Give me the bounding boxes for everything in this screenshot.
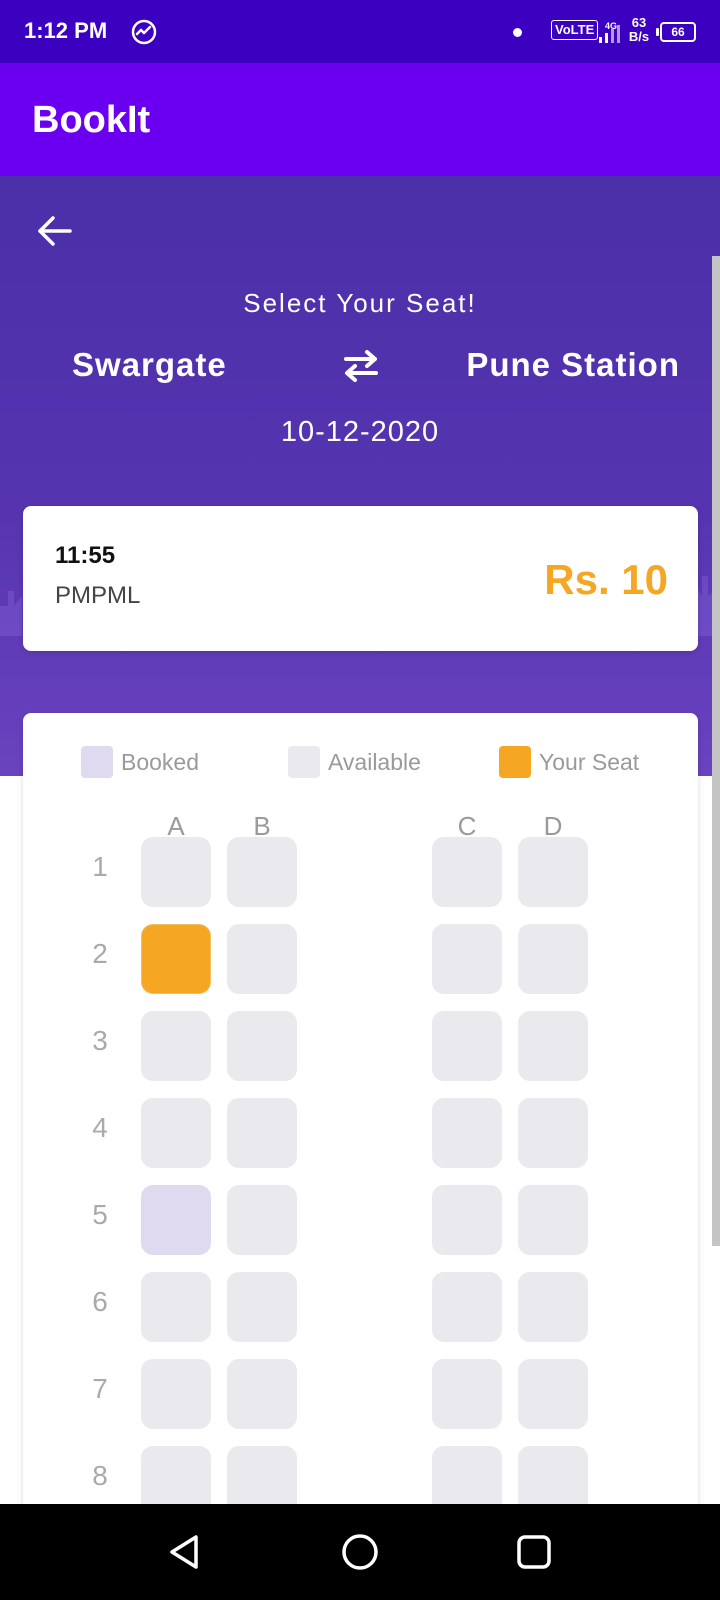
network-speed-unit: B/s	[628, 29, 650, 44]
legend-available-label: Available	[328, 748, 421, 775]
seat-6c[interactable]	[432, 1272, 502, 1342]
select-seat-heading: Select Your Seat!	[243, 288, 477, 318]
origin-station: Swargate	[72, 346, 227, 383]
seat-7c[interactable]	[432, 1359, 502, 1429]
trip-card[interactable]: 11:55 PMPML Rs. 10	[23, 506, 698, 651]
seat-4d[interactable]	[518, 1098, 588, 1168]
legend-available: Available	[288, 745, 421, 779]
legend-booked-label: Booked	[121, 748, 200, 775]
row-label-4: 4	[92, 1112, 108, 1143]
seat-5c[interactable]	[432, 1185, 502, 1255]
trip-departure-time: 11:55	[55, 542, 116, 569]
seat-3b[interactable]	[227, 1011, 297, 1081]
seat-4b[interactable]	[227, 1098, 297, 1168]
app-title: BookIt	[32, 99, 151, 141]
row-label-2: 2	[92, 938, 108, 969]
swap-arrows-icon[interactable]	[340, 346, 382, 386]
seat-6d[interactable]	[518, 1272, 588, 1342]
row-label-6: 6	[92, 1286, 108, 1317]
seat-3a[interactable]	[141, 1011, 211, 1081]
scrollbar[interactable]	[712, 256, 720, 1246]
signal-icon: 4G	[599, 21, 620, 43]
seat-5d[interactable]	[518, 1185, 588, 1255]
status-bar: 1:12 PM VoLTE 4G 63 B/s 66	[0, 0, 720, 63]
seat-1b[interactable]	[227, 837, 297, 907]
legend-your-seat-label: Your Seat	[539, 748, 640, 775]
volte-badge: VoLTE	[551, 20, 599, 40]
row-label-5: 5	[92, 1199, 108, 1230]
seat-2a[interactable]	[141, 924, 211, 994]
legend-your-seat-swatch	[499, 746, 531, 778]
seat-4a[interactable]	[141, 1098, 211, 1168]
seat-6b[interactable]	[227, 1272, 297, 1342]
legend-available-swatch	[288, 746, 320, 778]
status-time: 1:12 PM	[24, 18, 108, 43]
app-bar: BookIt	[0, 63, 720, 176]
legend-booked-swatch	[81, 746, 113, 778]
seat-5b[interactable]	[227, 1185, 297, 1255]
seat-1d[interactable]	[518, 837, 588, 907]
travel-date: 10-12-2020	[280, 416, 440, 448]
network-speed: 63 B/s	[626, 16, 652, 44]
seat-2b[interactable]	[227, 924, 297, 994]
battery-icon: 66	[656, 22, 696, 42]
seat-2d[interactable]	[518, 924, 588, 994]
nav-recents-icon[interactable]	[514, 1532, 554, 1572]
system-nav-bar	[0, 1504, 720, 1600]
seat-3c[interactable]	[432, 1011, 502, 1081]
notification-dot-icon	[513, 28, 522, 37]
legend-your-seat: Your Seat	[499, 745, 639, 779]
seat-1a[interactable]	[141, 837, 211, 907]
row-label-7: 7	[92, 1373, 108, 1404]
seat-7a[interactable]	[141, 1359, 211, 1429]
sync-icon	[131, 19, 157, 45]
seat-3d[interactable]	[518, 1011, 588, 1081]
seat-7b[interactable]	[227, 1359, 297, 1429]
destination-station: Pune Station	[466, 346, 680, 383]
seat-map-card: Booked Available Your Seat ABCD12345678	[23, 713, 698, 1600]
row-label-1: 1	[92, 851, 108, 882]
trip-operator: PMPML	[55, 582, 141, 609]
trip-price: Rs. 10	[544, 556, 668, 603]
seat-2c[interactable]	[432, 924, 502, 994]
back-arrow-icon[interactable]	[34, 210, 76, 252]
seat-4c[interactable]	[432, 1098, 502, 1168]
seat-1c[interactable]	[432, 837, 502, 907]
nav-home-icon[interactable]	[340, 1532, 380, 1572]
legend-booked: Booked	[81, 745, 199, 779]
seat-7d[interactable]	[518, 1359, 588, 1429]
route-header: Select Your Seat! Swargate Pune Station …	[0, 176, 720, 776]
row-label-8: 8	[92, 1460, 108, 1491]
seat-6a[interactable]	[141, 1272, 211, 1342]
row-label-3: 3	[92, 1025, 108, 1056]
seat-5a[interactable]	[141, 1185, 211, 1255]
network-speed-value: 63	[631, 15, 647, 30]
nav-back-icon[interactable]	[166, 1532, 206, 1572]
